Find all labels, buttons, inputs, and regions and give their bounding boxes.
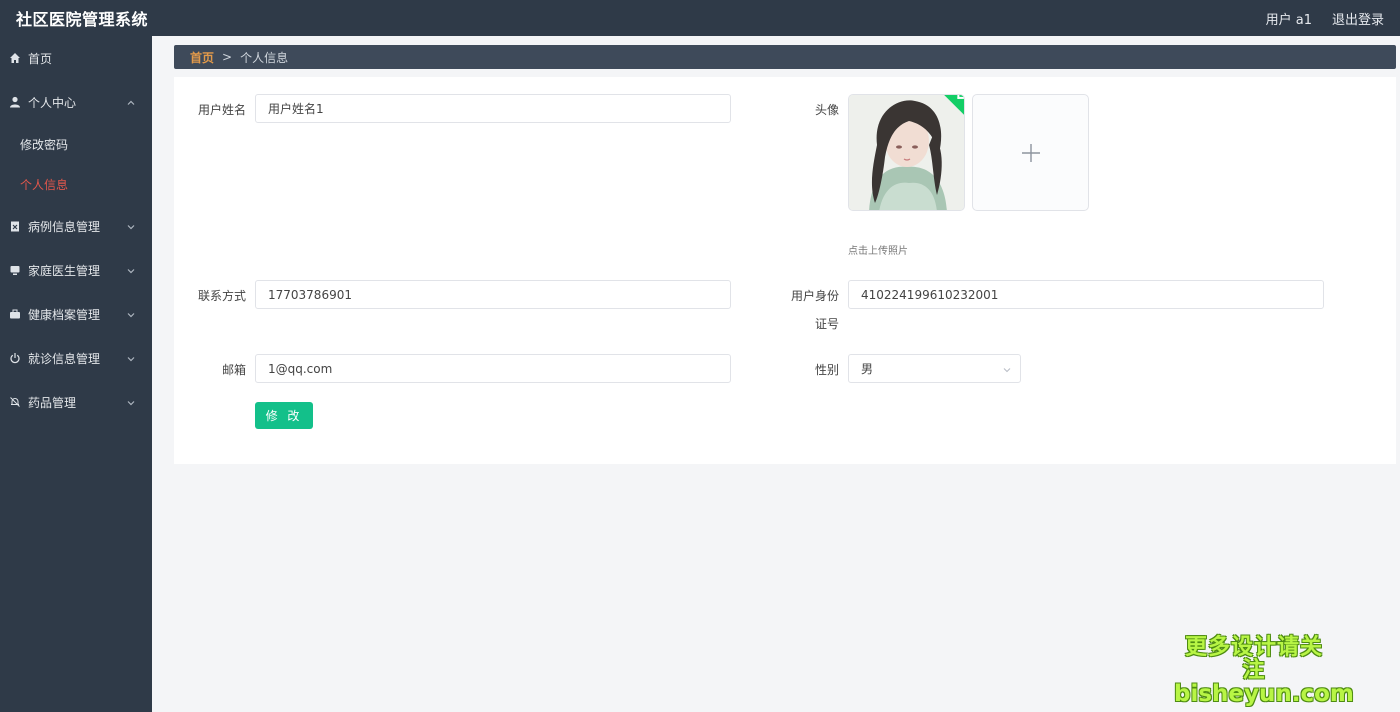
logout-link[interactable]: 退出登录 <box>1332 9 1384 28</box>
chevron-down-icon <box>126 265 136 275</box>
breadcrumb-separator: > <box>222 50 233 64</box>
phone-input[interactable]: 17703786901 <box>255 280 731 309</box>
chevron-down-icon <box>126 309 136 319</box>
check-icon <box>957 95 964 99</box>
sidebar: 首页 个人中心 修改密码 个人信息 病例信息管理 家庭医生管理 健康档案管理 就… <box>0 36 152 712</box>
sidebar-item-label: 病例信息管理 <box>28 219 101 234</box>
plus-icon <box>1021 143 1040 162</box>
breadcrumb-current: 个人信息 <box>240 50 289 65</box>
gender-select-value: 男 <box>861 362 874 376</box>
chevron-down-icon <box>126 397 136 407</box>
sidebar-item-label: 首页 <box>28 51 53 66</box>
phone-label: 联系方式 <box>197 289 246 303</box>
monitor-icon <box>8 263 22 277</box>
watermark-line1: 更多设计请关注 <box>1184 635 1323 684</box>
sidebar-item-medicine[interactable]: 药品管理 <box>0 380 152 424</box>
sidebar-item-label: 药品管理 <box>28 395 77 410</box>
sidebar-item-visit-info[interactable]: 就诊信息管理 <box>0 336 152 380</box>
email-label: 邮箱 <box>221 363 246 377</box>
home-icon <box>8 51 22 65</box>
id-card-label-line2: 证号 <box>814 317 839 331</box>
submit-button[interactable]: 修 改 <box>255 402 313 429</box>
current-user-label: 用户 a1 <box>1265 12 1312 28</box>
sidebar-item-home[interactable]: 首页 <box>0 36 152 80</box>
power-icon <box>8 351 22 365</box>
avatar-upload-button[interactable] <box>972 94 1089 211</box>
sidebar-item-label: 家庭医生管理 <box>28 263 101 278</box>
breadcrumb-home-link[interactable]: 首页 <box>190 49 214 66</box>
chevron-down-icon <box>126 221 136 231</box>
watermark: 更多设计请关注 bisheyun.com <box>1174 635 1354 708</box>
email-input[interactable]: 1@qq.com <box>255 354 731 383</box>
id-card-label-line1: 用户身份 <box>790 289 839 303</box>
breadcrumb: 首页 > 个人信息 <box>174 45 1396 69</box>
chevron-down-icon <box>126 353 136 363</box>
gender-select[interactable]: 男 <box>848 354 1021 383</box>
sidebar-item-personal-center[interactable]: 个人中心 <box>0 80 152 124</box>
sidebar-item-label: 个人中心 <box>28 95 77 110</box>
profile-form-card: 用户姓名 用户姓名1 头像 点击上传照片 联系方式 17703786901 用户… <box>174 77 1396 464</box>
top-right-actions: 用户 a1 退出登录 <box>1266 9 1384 28</box>
sidebar-subitem-change-password[interactable]: 修改密码 <box>0 124 152 164</box>
chevron-down-icon <box>1002 364 1012 374</box>
user-icon <box>8 95 22 109</box>
avatar-upload-hint: 点击上传照片 <box>848 246 908 257</box>
sidebar-subitem-personal-info[interactable]: 个人信息 <box>0 164 152 204</box>
watermark-line2: bisheyun.com <box>1174 681 1354 708</box>
username-label: 用户姓名 <box>197 103 246 117</box>
gender-label: 性别 <box>814 363 839 377</box>
avatar-image[interactable] <box>848 94 965 211</box>
chevron-up-icon <box>126 97 136 107</box>
sidebar-item-case-management[interactable]: 病例信息管理 <box>0 204 152 248</box>
top-bar: 社区医院管理系统 用户 a1 退出登录 <box>0 0 1400 36</box>
avatar-illustration <box>849 95 964 210</box>
app-title: 社区医院管理系统 <box>16 10 149 29</box>
clipboard-icon <box>8 219 22 233</box>
sidebar-item-family-doctor[interactable]: 家庭医生管理 <box>0 248 152 292</box>
briefcase-icon <box>8 307 22 321</box>
bell-off-icon <box>8 395 22 409</box>
sidebar-item-health-records[interactable]: 健康档案管理 <box>0 292 152 336</box>
avatar-label: 头像 <box>814 103 839 117</box>
username-input[interactable]: 用户姓名1 <box>255 94 731 123</box>
sidebar-item-label: 健康档案管理 <box>28 307 101 322</box>
sidebar-item-label: 就诊信息管理 <box>28 351 101 366</box>
id-card-input[interactable]: 410224199610232001 <box>848 280 1324 309</box>
